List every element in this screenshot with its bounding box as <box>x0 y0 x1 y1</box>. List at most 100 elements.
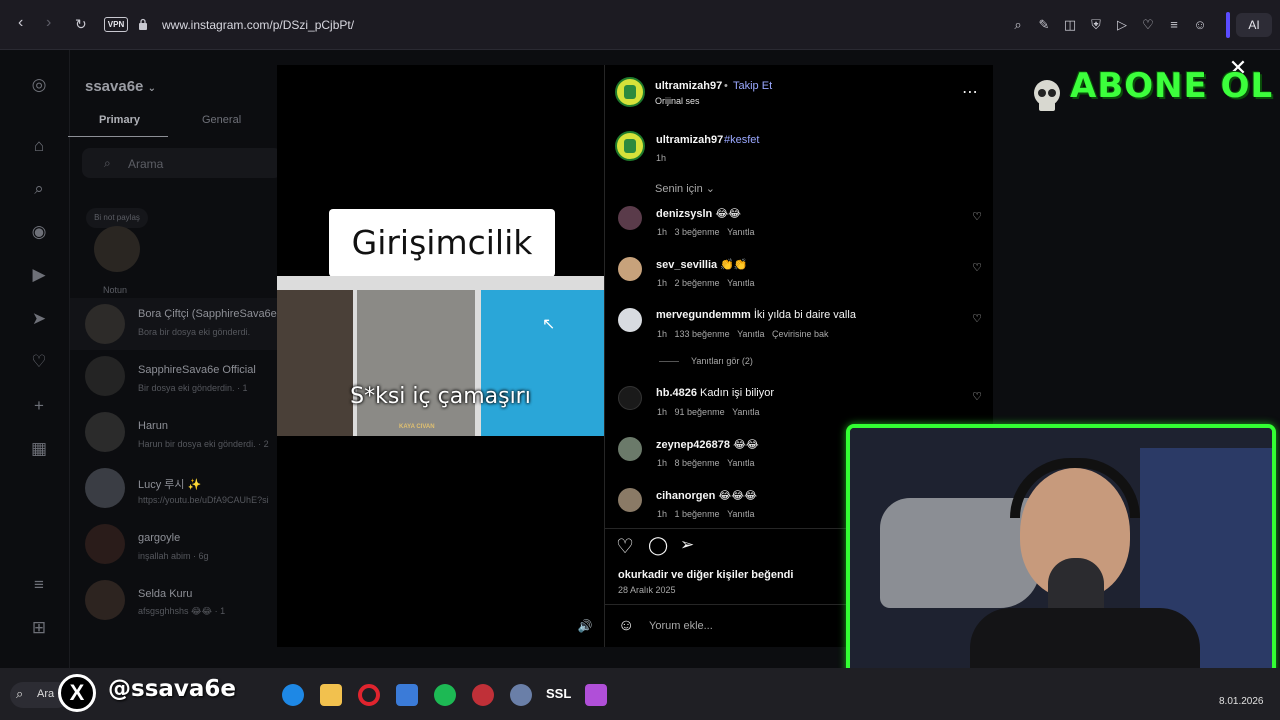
comment-meta: 1h 133 beğenme Yanıtla Çevirisine bak <box>657 329 829 339</box>
comment-user[interactable]: sev_sevillia <box>656 259 717 271</box>
instagram-logo-icon[interactable]: ◎ <box>29 75 49 95</box>
dm-username[interactable]: ssava6e ⌄ <box>85 78 156 95</box>
settings-icon[interactable] <box>510 684 532 706</box>
reply-button[interactable]: Yanıtla <box>737 329 764 339</box>
avatar[interactable] <box>85 468 125 508</box>
heart-icon[interactable]: ♡ <box>1140 17 1156 33</box>
comment-user[interactable]: denizsysln <box>656 208 712 220</box>
comment-likes[interactable]: 133 beğenme <box>675 329 730 339</box>
comment-icon[interactable]: ◯ <box>648 535 668 556</box>
avatar[interactable] <box>618 386 642 410</box>
comment-user[interactable]: zeynep426878 <box>656 439 730 451</box>
reply-button[interactable]: Yanıtla <box>732 407 759 417</box>
zoom-icon[interactable]: ⌕ <box>1010 17 1026 33</box>
opera-icon[interactable] <box>358 684 380 706</box>
caption-author[interactable]: ultramizah97 <box>656 134 723 146</box>
comment-user[interactable]: mervegundemmm <box>656 309 751 321</box>
avatar[interactable] <box>618 206 642 230</box>
dm-search-input[interactable] <box>82 148 282 178</box>
avatar[interactable] <box>618 437 642 461</box>
comment-meta: 1h 8 beğenme Yanıtla <box>657 458 755 468</box>
comment-likes[interactable]: 8 beğenme <box>675 458 720 468</box>
mail-icon[interactable] <box>396 684 418 706</box>
comment-user[interactable]: hb.4826 <box>656 387 697 399</box>
tab-primary[interactable]: Primary <box>99 114 140 126</box>
conversation-name[interactable]: SapphireSava6e Official <box>138 364 256 376</box>
reply-button[interactable]: Yanıtla <box>727 458 754 468</box>
apps-icon[interactable]: ⊞ <box>29 618 49 638</box>
reply-button[interactable]: Yanıtla <box>727 278 754 288</box>
comment-likes[interactable]: 2 beğenme <box>675 278 720 288</box>
avatar[interactable] <box>618 488 642 512</box>
like-post-icon[interactable]: ♡ <box>616 534 634 559</box>
comment-user[interactable]: cihanorgen <box>656 490 715 502</box>
like-comment-icon[interactable]: ♡ <box>970 261 984 275</box>
dashboard-icon[interactable]: ▦ <box>29 439 49 459</box>
emoji-icon[interactable]: ☺ <box>618 617 634 635</box>
camera-icon[interactable]: ◫ <box>1062 17 1078 33</box>
avatar[interactable] <box>85 580 125 620</box>
avatar[interactable] <box>85 304 125 344</box>
view-replies-button[interactable]: Yanıtları gör (2) <box>691 356 753 366</box>
create-icon[interactable]: + <box>29 396 49 416</box>
avatar[interactable] <box>615 131 645 161</box>
reply-button[interactable]: Yanıtla <box>727 227 754 237</box>
reload-icon[interactable]: ↻ <box>75 16 87 33</box>
spotify-icon[interactable] <box>434 684 456 706</box>
conversation-name[interactable]: Lucy 루시 ✨ <box>138 476 201 492</box>
reels-icon[interactable]: ▶ <box>29 265 49 285</box>
avatar[interactable] <box>618 257 642 281</box>
caption-hashtag[interactable]: #kesfet <box>724 134 759 146</box>
address-bar[interactable]: www.instagram.com/p/DSzi_pCjbPt/ <box>162 18 354 32</box>
file-explorer-icon[interactable] <box>320 684 342 706</box>
more-options-icon[interactable]: ⋯ <box>962 82 978 102</box>
edge-icon[interactable] <box>282 684 304 706</box>
messages-icon[interactable]: ➤ <box>29 309 49 329</box>
audio-label[interactable]: Orijinal ses <box>655 96 700 106</box>
back-icon[interactable]: ‹ <box>18 14 23 32</box>
forward-icon[interactable]: › <box>46 14 51 32</box>
like-comment-icon[interactable]: ♡ <box>970 312 984 326</box>
ai-button[interactable]: AI <box>1236 13 1272 37</box>
explore-icon[interactable]: ◉ <box>29 222 49 242</box>
like-comment-icon[interactable]: ♡ <box>970 210 984 224</box>
like-comment-icon[interactable]: ♡ <box>970 390 984 404</box>
search-icon[interactable]: ⌕ <box>29 179 49 199</box>
share-icon[interactable]: ➢ <box>680 535 694 555</box>
post-author[interactable]: ultramizah97 <box>655 80 722 92</box>
volume-icon[interactable]: 🔊 <box>577 618 593 634</box>
profile-icon[interactable]: ☺ <box>1192 17 1208 33</box>
instagram-app-icon[interactable] <box>585 684 607 706</box>
shield-icon[interactable]: ⛨ <box>1088 17 1104 33</box>
reply-button[interactable]: Yanıtla <box>727 509 754 519</box>
ssl-icon[interactable]: SSL <box>546 686 571 701</box>
more-menu-icon[interactable]: ≡ <box>29 575 49 595</box>
notifications-icon[interactable]: ♡ <box>29 352 49 372</box>
tab-general[interactable]: General <box>202 114 241 126</box>
avatar[interactable] <box>615 77 645 107</box>
comment-likes[interactable]: 91 beğenme <box>675 407 725 417</box>
comment-likes[interactable]: 1 beğenme <box>675 509 720 519</box>
avatar[interactable] <box>618 308 642 332</box>
note-bubble[interactable]: Bi not paylaş <box>86 208 148 228</box>
vpn-badge[interactable]: VPN <box>104 17 128 32</box>
play-icon[interactable]: ▷ <box>1114 17 1130 33</box>
translate-button[interactable]: Çevirisine bak <box>772 329 829 339</box>
conversation-name[interactable]: gargoyle <box>138 532 180 544</box>
avatar[interactable] <box>94 226 140 272</box>
comment-likes[interactable]: 3 beğenme <box>675 227 720 237</box>
edit-icon[interactable]: ✎ <box>1036 17 1052 33</box>
comment-input[interactable]: Yorum ekle... <box>649 620 713 632</box>
conversation-name[interactable]: Harun <box>138 420 168 432</box>
likes-summary[interactable]: okurkadir ve diğer kişiler beğendi <box>618 569 793 581</box>
conversation-name[interactable]: Selda Kuru <box>138 588 192 600</box>
avatar[interactable] <box>85 356 125 396</box>
sort-dropdown[interactable]: Senin için ⌄ <box>655 182 715 195</box>
avatar[interactable] <box>85 524 125 564</box>
app-icon[interactable] <box>472 684 494 706</box>
home-icon[interactable]: ⌂ <box>29 136 49 156</box>
follow-button[interactable]: Takip Et <box>733 80 772 92</box>
menu-icon[interactable]: ≡ <box>1166 17 1182 33</box>
conversation-name[interactable]: Bora Çiftçi (SapphireSava6e <box>138 308 277 320</box>
avatar[interactable] <box>85 412 125 452</box>
